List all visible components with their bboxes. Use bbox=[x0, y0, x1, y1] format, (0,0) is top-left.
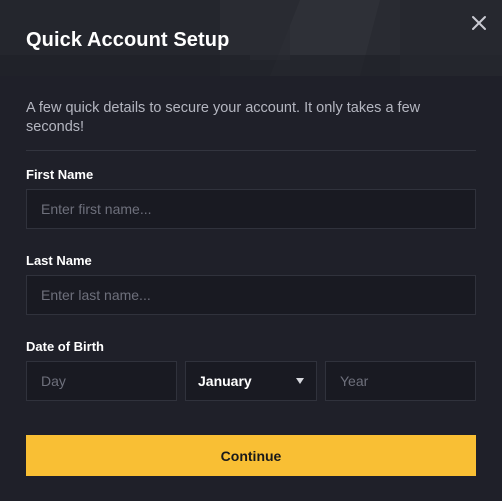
modal-title: Quick Account Setup bbox=[26, 29, 230, 51]
account-setup-modal: Quick Account Setup A few quick details … bbox=[0, 0, 502, 501]
modal-header: Quick Account Setup bbox=[0, 0, 502, 76]
close-button[interactable] bbox=[469, 13, 489, 33]
last-name-label: Last Name bbox=[26, 253, 92, 268]
first-name-label: First Name bbox=[26, 167, 94, 182]
dob-label: Date of Birth bbox=[26, 339, 104, 354]
intro-text: A few quick details to secure your accou… bbox=[26, 100, 421, 135]
chevron-down-icon bbox=[296, 378, 304, 384]
dob-month-value: January bbox=[198, 373, 252, 389]
last-name-input[interactable] bbox=[26, 275, 476, 315]
dob-day-input[interactable] bbox=[26, 361, 177, 401]
dob-month-select[interactable]: January bbox=[185, 361, 317, 401]
continue-button[interactable]: Continue bbox=[26, 435, 476, 476]
first-name-input[interactable] bbox=[26, 189, 476, 229]
close-icon bbox=[472, 16, 486, 30]
divider bbox=[26, 150, 476, 151]
dob-year-input[interactable] bbox=[325, 361, 476, 401]
